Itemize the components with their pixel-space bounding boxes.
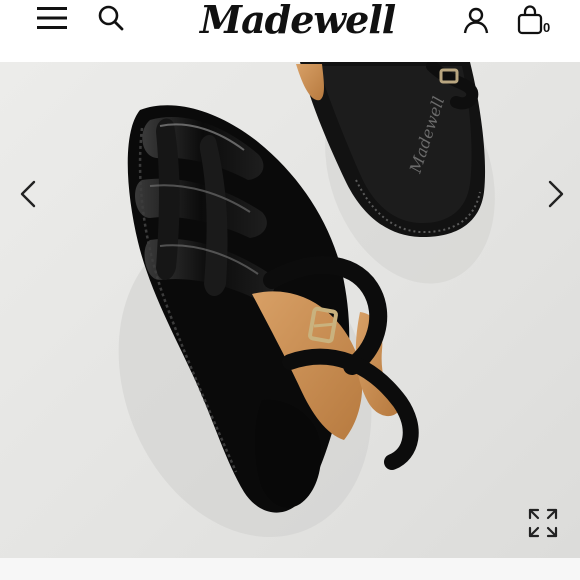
expand-icon[interactable] (524, 504, 562, 542)
search-icon[interactable] (97, 4, 125, 32)
brand-logo[interactable]: Madewell (200, 0, 396, 44)
product-image-gallery[interactable]: Madewell (0, 62, 580, 558)
product-image[interactable]: Madewell (0, 62, 580, 558)
shopping-bag-icon[interactable] (517, 5, 543, 35)
bag-count-badge[interactable]: 0 (543, 20, 550, 35)
page-content-below-gallery (0, 558, 580, 580)
chevron-left-icon[interactable] (8, 174, 48, 214)
hamburger-menu-icon[interactable] (36, 6, 68, 30)
site-header: Madewell 0 (0, 0, 580, 62)
chevron-right-icon[interactable] (536, 174, 576, 214)
account-icon[interactable] (462, 6, 490, 34)
